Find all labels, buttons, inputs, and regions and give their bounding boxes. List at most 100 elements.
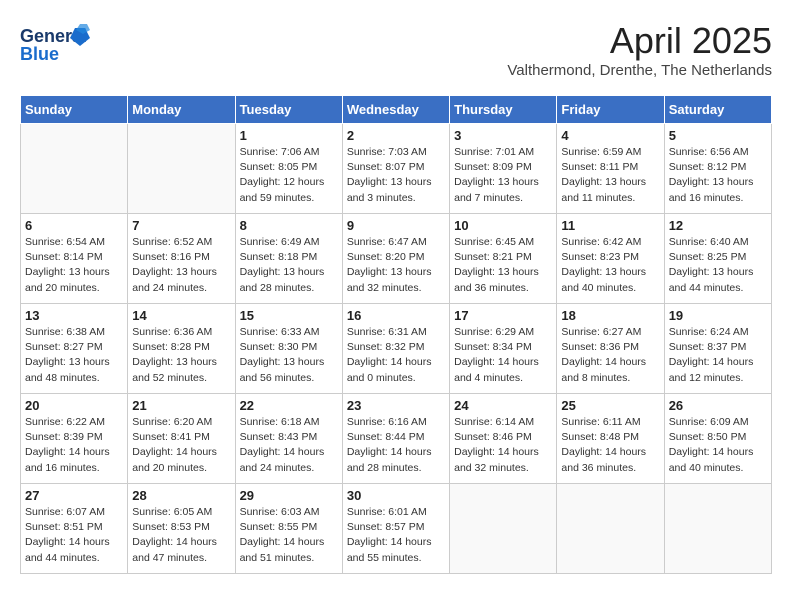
day-info: Sunrise: 6:36 AM Sunset: 8:28 PM Dayligh… xyxy=(132,325,230,386)
calendar-week-2: 6Sunrise: 6:54 AM Sunset: 8:14 PM Daylig… xyxy=(21,214,772,304)
calendar-cell: 10Sunrise: 6:45 AM Sunset: 8:21 PM Dayli… xyxy=(450,214,557,304)
day-number: 27 xyxy=(25,488,123,503)
calendar-body: 1 Sunrise: 7:06 AM Sunset: 8:05 PM Daylig… xyxy=(21,124,772,574)
day-info: Sunrise: 6:09 AM Sunset: 8:50 PM Dayligh… xyxy=(669,415,767,476)
title-block: April 2025 Valthermond, Drenthe, The Net… xyxy=(507,20,772,79)
calendar-cell: 27 Sunrise: 6:07 AM Sunset: 8:51 PM Dayli… xyxy=(21,484,128,574)
calendar-cell: 7 Sunrise: 6:52 AM Sunset: 8:16 PM Daylig… xyxy=(128,214,235,304)
calendar-cell xyxy=(557,484,664,574)
logo: General Blue xyxy=(20,20,90,70)
calendar-cell: 18 Sunrise: 6:27 AM Sunset: 8:36 PM Dayli… xyxy=(557,304,664,394)
calendar-cell xyxy=(450,484,557,574)
day-number: 20 xyxy=(25,398,123,413)
day-info: Sunrise: 6:07 AM Sunset: 8:51 PM Dayligh… xyxy=(25,505,123,566)
day-number: 14 xyxy=(132,308,230,323)
day-number: 6 xyxy=(25,218,123,233)
calendar-cell: 23 Sunrise: 6:16 AM Sunset: 8:44 PM Dayli… xyxy=(342,394,449,484)
day-info: Sunrise: 6:38 AM Sunset: 8:27 PM Dayligh… xyxy=(25,325,123,386)
calendar-cell: 8 Sunrise: 6:49 AM Sunset: 8:18 PM Daylig… xyxy=(235,214,342,304)
day-info: Sunrise: 6:18 AM Sunset: 8:43 PM Dayligh… xyxy=(240,415,338,476)
weekday-header-sunday: Sunday xyxy=(21,96,128,124)
day-info: Sunrise: 6:01 AM Sunset: 8:57 PM Dayligh… xyxy=(347,505,445,566)
calendar-cell xyxy=(664,484,771,574)
calendar-cell: 3Sunrise: 7:01 AM Sunset: 8:09 PM Daylig… xyxy=(450,124,557,214)
day-info: Sunrise: 6:11 AM Sunset: 8:48 PM Dayligh… xyxy=(561,415,659,476)
calendar-cell: 15 Sunrise: 6:33 AM Sunset: 8:30 PM Dayli… xyxy=(235,304,342,394)
day-number: 26 xyxy=(669,398,767,413)
day-number: 11 xyxy=(561,218,659,233)
day-info: Sunrise: 6:16 AM Sunset: 8:44 PM Dayligh… xyxy=(347,415,445,476)
day-number: 18 xyxy=(561,308,659,323)
day-info: Sunrise: 6:24 AM Sunset: 8:37 PM Dayligh… xyxy=(669,325,767,386)
calendar-cell: 26 Sunrise: 6:09 AM Sunset: 8:50 PM Dayli… xyxy=(664,394,771,484)
day-info: Sunrise: 6:27 AM Sunset: 8:36 PM Dayligh… xyxy=(561,325,659,386)
day-info: Sunrise: 6:33 AM Sunset: 8:30 PM Dayligh… xyxy=(240,325,338,386)
calendar-cell: 17 Sunrise: 6:29 AM Sunset: 8:34 PM Dayli… xyxy=(450,304,557,394)
day-number: 29 xyxy=(240,488,338,503)
calendar-cell: 19 Sunrise: 6:24 AM Sunset: 8:37 PM Dayli… xyxy=(664,304,771,394)
calendar-cell: 1 Sunrise: 7:06 AM Sunset: 8:05 PM Daylig… xyxy=(235,124,342,214)
day-number: 15 xyxy=(240,308,338,323)
svg-text:Blue: Blue xyxy=(20,44,59,64)
day-number: 9 xyxy=(347,218,445,233)
logo-svg: General Blue xyxy=(20,20,90,70)
day-number: 22 xyxy=(240,398,338,413)
weekday-header-tuesday: Tuesday xyxy=(235,96,342,124)
weekday-header-friday: Friday xyxy=(557,96,664,124)
day-number: 2 xyxy=(347,128,445,143)
day-info: Sunrise: 6:49 AM Sunset: 8:18 PM Dayligh… xyxy=(240,235,338,296)
weekday-header-monday: Monday xyxy=(128,96,235,124)
day-number: 1 xyxy=(240,128,338,143)
calendar-week-3: 13Sunrise: 6:38 AM Sunset: 8:27 PM Dayli… xyxy=(21,304,772,394)
calendar-cell: 5Sunrise: 6:56 AM Sunset: 8:12 PM Daylig… xyxy=(664,124,771,214)
day-info: Sunrise: 6:31 AM Sunset: 8:32 PM Dayligh… xyxy=(347,325,445,386)
calendar-table: SundayMondayTuesdayWednesdayThursdayFrid… xyxy=(20,95,772,574)
calendar-cell xyxy=(128,124,235,214)
day-number: 8 xyxy=(240,218,338,233)
day-number: 19 xyxy=(669,308,767,323)
calendar-cell xyxy=(21,124,128,214)
day-number: 16 xyxy=(347,308,445,323)
calendar-header-row: SundayMondayTuesdayWednesdayThursdayFrid… xyxy=(21,96,772,124)
day-number: 30 xyxy=(347,488,445,503)
day-info: Sunrise: 6:52 AM Sunset: 8:16 PM Dayligh… xyxy=(132,235,230,296)
calendar-cell: 16 Sunrise: 6:31 AM Sunset: 8:32 PM Dayli… xyxy=(342,304,449,394)
calendar-cell: 14 Sunrise: 6:36 AM Sunset: 8:28 PM Dayli… xyxy=(128,304,235,394)
weekday-header-wednesday: Wednesday xyxy=(342,96,449,124)
day-info: Sunrise: 7:01 AM Sunset: 8:09 PM Dayligh… xyxy=(454,145,552,206)
day-info: Sunrise: 6:14 AM Sunset: 8:46 PM Dayligh… xyxy=(454,415,552,476)
calendar-cell: 29Sunrise: 6:03 AM Sunset: 8:55 PM Dayli… xyxy=(235,484,342,574)
calendar-cell: 12 Sunrise: 6:40 AM Sunset: 8:25 PM Dayli… xyxy=(664,214,771,304)
day-number: 17 xyxy=(454,308,552,323)
calendar-cell: 9 Sunrise: 6:47 AM Sunset: 8:20 PM Daylig… xyxy=(342,214,449,304)
calendar-week-4: 20 Sunrise: 6:22 AM Sunset: 8:39 PM Dayli… xyxy=(21,394,772,484)
day-number: 7 xyxy=(132,218,230,233)
calendar-cell: 22 Sunrise: 6:18 AM Sunset: 8:43 PM Dayli… xyxy=(235,394,342,484)
weekday-header-thursday: Thursday xyxy=(450,96,557,124)
calendar-cell: 25 Sunrise: 6:11 AM Sunset: 8:48 PM Dayli… xyxy=(557,394,664,484)
day-number: 28 xyxy=(132,488,230,503)
day-info: Sunrise: 6:20 AM Sunset: 8:41 PM Dayligh… xyxy=(132,415,230,476)
calendar-cell: 21 Sunrise: 6:20 AM Sunset: 8:41 PM Dayli… xyxy=(128,394,235,484)
calendar-week-1: 1 Sunrise: 7:06 AM Sunset: 8:05 PM Daylig… xyxy=(21,124,772,214)
day-number: 4 xyxy=(561,128,659,143)
day-info: Sunrise: 6:40 AM Sunset: 8:25 PM Dayligh… xyxy=(669,235,767,296)
day-info: Sunrise: 6:47 AM Sunset: 8:20 PM Dayligh… xyxy=(347,235,445,296)
month-title: April 2025 xyxy=(507,20,772,62)
calendar-cell: 20 Sunrise: 6:22 AM Sunset: 8:39 PM Dayli… xyxy=(21,394,128,484)
day-info: Sunrise: 6:22 AM Sunset: 8:39 PM Dayligh… xyxy=(25,415,123,476)
day-number: 12 xyxy=(669,218,767,233)
day-number: 24 xyxy=(454,398,552,413)
calendar-cell: 4 Sunrise: 6:59 AM Sunset: 8:11 PM Daylig… xyxy=(557,124,664,214)
calendar-cell: 6Sunrise: 6:54 AM Sunset: 8:14 PM Daylig… xyxy=(21,214,128,304)
day-number: 23 xyxy=(347,398,445,413)
day-info: Sunrise: 7:06 AM Sunset: 8:05 PM Dayligh… xyxy=(240,145,338,206)
day-info: Sunrise: 6:29 AM Sunset: 8:34 PM Dayligh… xyxy=(454,325,552,386)
calendar-cell: 28Sunrise: 6:05 AM Sunset: 8:53 PM Dayli… xyxy=(128,484,235,574)
calendar-cell: 24 Sunrise: 6:14 AM Sunset: 8:46 PM Dayli… xyxy=(450,394,557,484)
day-info: Sunrise: 6:59 AM Sunset: 8:11 PM Dayligh… xyxy=(561,145,659,206)
day-number: 21 xyxy=(132,398,230,413)
day-info: Sunrise: 6:56 AM Sunset: 8:12 PM Dayligh… xyxy=(669,145,767,206)
day-number: 25 xyxy=(561,398,659,413)
calendar-week-5: 27 Sunrise: 6:07 AM Sunset: 8:51 PM Dayli… xyxy=(21,484,772,574)
